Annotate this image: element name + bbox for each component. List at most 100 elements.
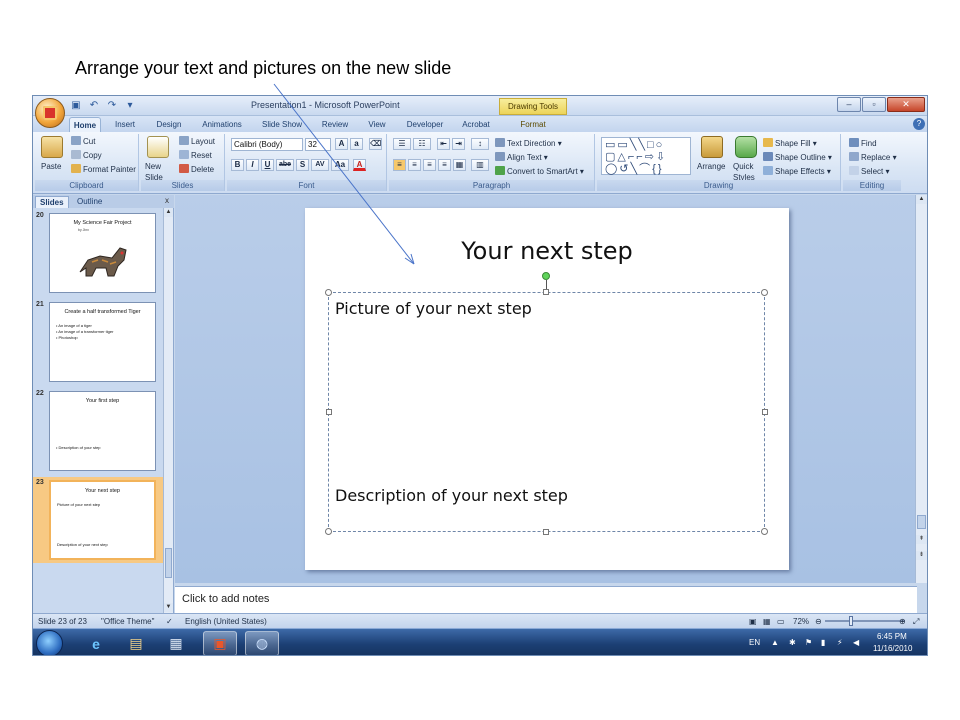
shape-effects-button[interactable]: Shape Effects ▾	[763, 166, 831, 177]
network-app-icon[interactable]: ◍	[245, 631, 279, 655]
theme-name[interactable]: "Office Theme"	[101, 616, 154, 627]
canvas-scrollbar[interactable]: ▲ ⇞ ⇟	[915, 195, 927, 583]
tab-insert[interactable]: Insert	[109, 117, 141, 132]
arrange-icon[interactable]	[701, 136, 723, 158]
pane-scroll-thumb[interactable]	[165, 548, 172, 578]
underline-button[interactable]: U	[261, 159, 274, 171]
bold-button[interactable]: B	[231, 159, 244, 171]
new-slide-icon[interactable]	[147, 136, 169, 158]
zoom-out-icon[interactable]: ⊖	[815, 616, 822, 627]
clock-date[interactable]: 11/16/2010	[873, 644, 912, 653]
change-case-button[interactable]: Aa	[331, 159, 349, 171]
font-color-button[interactable]: A	[353, 159, 366, 171]
arrange-button[interactable]: Arrange	[697, 161, 725, 172]
help-icon[interactable]: ?	[913, 118, 925, 130]
justify-icon[interactable]: ≡	[438, 159, 451, 171]
start-button[interactable]	[36, 630, 63, 655]
customize-dropdown-icon[interactable]: ▾	[123, 99, 137, 112]
shapes-gallery[interactable]: ▭▭╲╲□○ ▢△⌐⌐⇨⇩ ◯↺╲⌒{}	[601, 137, 691, 175]
close-button[interactable]: ✕	[887, 97, 925, 112]
grow-font-icon[interactable]: A	[335, 138, 348, 150]
align-left-icon[interactable]: ≡	[393, 159, 406, 171]
tab-review[interactable]: Review	[317, 117, 353, 132]
strikethrough-button[interactable]: abe	[276, 159, 294, 171]
font-name-combo[interactable]: Calibri (Body)	[231, 138, 303, 151]
network-icon[interactable]: ⚡	[837, 638, 843, 647]
tab-slide-show[interactable]: Slide Show	[259, 117, 305, 132]
paste-button[interactable]: Paste	[41, 161, 61, 172]
scroll-up-icon[interactable]: ▲	[916, 195, 927, 204]
format-painter-button[interactable]: Format Painter	[71, 164, 136, 175]
picture-placeholder-text[interactable]: Picture of your next step	[335, 299, 532, 318]
resize-handle-tl[interactable]	[325, 289, 332, 296]
select-button[interactable]: Select ▾	[849, 166, 889, 177]
bullets-icon[interactable]: ☰	[393, 138, 411, 150]
shrink-font-icon[interactable]: a	[350, 138, 363, 150]
scroll-down-icon[interactable]: ▼	[164, 603, 173, 612]
normal-view-icon[interactable]: ▣	[749, 616, 757, 627]
fit-window-icon[interactable]: ⤢	[913, 616, 919, 627]
align-text-button[interactable]: Align Text ▾	[495, 152, 548, 163]
notes-placeholder[interactable]: Click to add notes	[182, 593, 269, 605]
zoom-slider[interactable]	[825, 620, 905, 622]
action-center-flag-icon[interactable]: ⚑	[805, 638, 812, 647]
align-right-icon[interactable]: ≡	[423, 159, 436, 171]
save-icon[interactable]: ▣	[69, 99, 83, 112]
layout-button[interactable]: Layout	[179, 136, 215, 147]
slideshow-view-icon[interactable]: ▭	[777, 616, 785, 627]
rotation-handle[interactable]	[542, 272, 550, 280]
canvas-scroll-thumb[interactable]	[917, 515, 926, 529]
maximize-button[interactable]: ▫	[862, 97, 886, 112]
slide-title[interactable]: Your next step	[305, 237, 789, 265]
input-language[interactable]: EN	[749, 638, 760, 647]
decrease-indent-icon[interactable]: ⇤	[437, 138, 450, 150]
notes-pane[interactable]: Click to add notes	[175, 586, 917, 613]
tab-view[interactable]: View	[363, 117, 391, 132]
slide-thumbnail-23[interactable]: 23 Your next step Picture of your next s…	[33, 477, 163, 563]
bluetooth-icon[interactable]: ✱	[789, 638, 796, 647]
tab-developer[interactable]: Developer	[401, 117, 449, 132]
distribute-icon[interactable]: ▦	[453, 159, 466, 171]
undo-icon[interactable]: ↶	[87, 99, 101, 112]
sorter-view-icon[interactable]: ▦	[763, 616, 771, 627]
office-button[interactable]	[35, 98, 65, 128]
show-hidden-icons-icon[interactable]: ▲	[771, 638, 779, 647]
spell-check-icon[interactable]: ✓	[166, 616, 173, 627]
char-spacing-button[interactable]: AV	[311, 159, 329, 171]
resize-handle-b[interactable]	[543, 529, 549, 535]
scroll-up-icon[interactable]: ▲	[164, 208, 173, 217]
tab-outline[interactable]: Outline	[73, 196, 106, 208]
tab-slides[interactable]: Slides	[35, 196, 69, 208]
paste-icon[interactable]	[41, 136, 63, 158]
description-placeholder-text[interactable]: Description of your next step	[335, 486, 568, 505]
tab-animations[interactable]: Animations	[197, 117, 247, 132]
resize-handle-br[interactable]	[761, 528, 768, 535]
resize-handle-l[interactable]	[326, 409, 332, 415]
find-button[interactable]: Find	[849, 138, 877, 149]
cut-button[interactable]: Cut	[71, 136, 95, 147]
copy-button[interactable]: Copy	[71, 150, 102, 161]
clock-time[interactable]: 6:45 PM	[877, 632, 907, 641]
shape-outline-button[interactable]: Shape Outline ▾	[763, 152, 832, 163]
resize-handle-bl[interactable]	[325, 528, 332, 535]
clear-format-icon[interactable]: ⌫	[369, 138, 382, 150]
minimize-button[interactable]: –	[837, 97, 861, 112]
tab-design[interactable]: Design	[151, 117, 187, 132]
line-spacing-icon[interactable]: ↕	[471, 138, 489, 150]
columns-icon[interactable]: ▥	[471, 159, 489, 171]
tab-home[interactable]: Home	[69, 117, 101, 132]
shadow-button[interactable]: S	[296, 159, 309, 171]
slide-thumbnail-22[interactable]: 22 Your first step • Description of your…	[33, 388, 163, 474]
internet-explorer-icon[interactable]: e	[79, 631, 113, 655]
pane-scrollbar[interactable]: ▲ ▼	[163, 208, 173, 613]
battery-icon[interactable]: ▮	[821, 638, 825, 647]
italic-button[interactable]: I	[246, 159, 259, 171]
shape-fill-button[interactable]: Shape Fill ▾	[763, 138, 817, 149]
tab-format[interactable]: Format	[511, 117, 555, 132]
convert-smartart-button[interactable]: Convert to SmartArt ▾	[495, 166, 584, 177]
font-size-combo[interactable]: 32	[305, 138, 331, 151]
zoom-in-icon[interactable]: ⊕	[899, 616, 906, 627]
resize-handle-t[interactable]	[543, 289, 549, 295]
reset-button[interactable]: Reset	[179, 150, 212, 161]
close-pane-icon[interactable]: x	[165, 196, 169, 205]
